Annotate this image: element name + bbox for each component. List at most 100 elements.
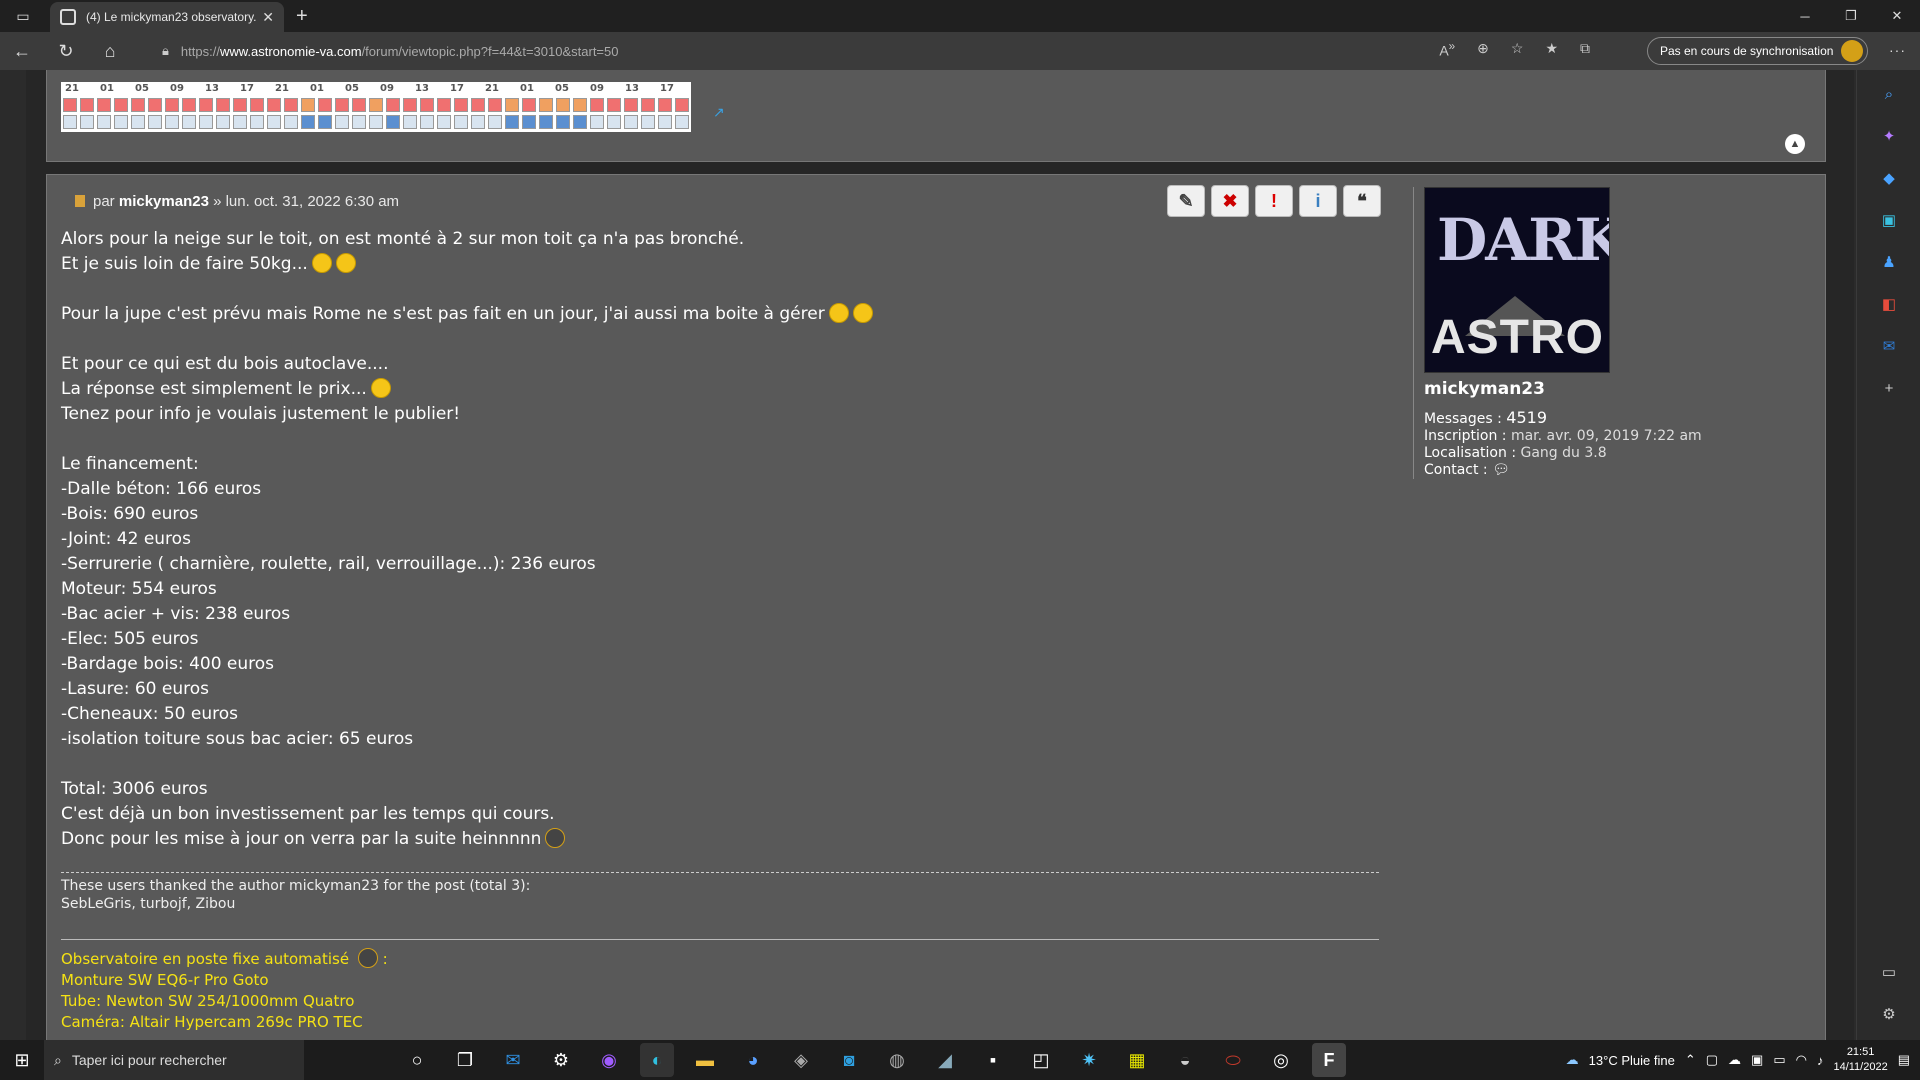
- app-icon[interactable]: ◕: [736, 1043, 770, 1077]
- app-icon[interactable]: ✷: [1072, 1043, 1106, 1077]
- back-icon[interactable]: ←: [0, 32, 44, 70]
- favorites-icon[interactable]: ★: [1545, 40, 1558, 59]
- clock[interactable]: 21:51 14/11/2022: [1833, 1045, 1887, 1075]
- restore-icon[interactable]: ❐: [1828, 0, 1874, 32]
- forecast-cell: [539, 98, 553, 112]
- app-icon[interactable]: ◙: [832, 1043, 866, 1077]
- edit-post-icon[interactable]: ✎: [1167, 185, 1205, 217]
- weather-icon[interactable]: ☁: [1566, 1052, 1579, 1068]
- forecast-cell: [233, 98, 247, 112]
- tray-icon[interactable]: ▢: [1706, 1052, 1718, 1068]
- clock-time: 21:51: [1846, 1046, 1875, 1058]
- messages-count[interactable]: 4519: [1506, 408, 1547, 427]
- zoom-icon[interactable]: ⊕: [1477, 40, 1489, 59]
- weather-text[interactable]: 13°C Pluie fine: [1589, 1053, 1675, 1068]
- external-link-icon[interactable]: ↗: [713, 104, 725, 121]
- notifications-icon[interactable]: ▤: [1898, 1052, 1910, 1068]
- post-line-text: -Elec: 505 euros: [61, 629, 199, 649]
- file-explorer-icon[interactable]: ▬: [688, 1043, 722, 1077]
- app-icon[interactable]: ◎: [1264, 1043, 1298, 1077]
- back-to-top-icon[interactable]: ▲: [1785, 134, 1805, 154]
- post-date: » lun. oct. 31, 2022 6:30 am: [213, 193, 400, 210]
- add-favorite-icon[interactable]: ☆: [1511, 40, 1524, 59]
- contact-label: Contact :: [1424, 462, 1488, 478]
- browser-tab-active[interactable]: (4) Le mickyman23 observatory... ✕: [50, 2, 284, 32]
- collections-icon[interactable]: ⧉: [1580, 40, 1590, 59]
- cortana-icon[interactable]: ○: [400, 1043, 434, 1077]
- settings-app-icon[interactable]: ⚙: [544, 1043, 578, 1077]
- tools-icon[interactable]: ▣: [1877, 208, 1901, 232]
- app-icon[interactable]: ◰: [1024, 1043, 1058, 1077]
- home-icon[interactable]: ⌂: [88, 32, 132, 70]
- report-post-icon[interactable]: !: [1255, 185, 1293, 217]
- post-line: -Bac acier + vis: 238 euros: [61, 602, 1141, 627]
- add-sidebar-icon[interactable]: +: [1877, 376, 1901, 400]
- forecast-cell: [437, 98, 451, 112]
- contact-chat-icon[interactable]: 💬︎: [1492, 462, 1510, 478]
- close-tab-icon[interactable]: ✕: [262, 9, 274, 26]
- user-avatar[interactable]: DARK ASTRO: [1424, 187, 1610, 373]
- info-icon[interactable]: i: [1299, 185, 1337, 217]
- thanks-users[interactable]: SebLeGris, turbojf, Zibou: [61, 895, 1379, 913]
- taskbar-search[interactable]: ⌕ Taper ici pour rechercher: [44, 1040, 304, 1080]
- app-icon[interactable]: ▦: [1120, 1043, 1154, 1077]
- lock-icon[interactable]: 🔒︎: [162, 43, 169, 59]
- app-icon[interactable]: ◍: [880, 1043, 914, 1077]
- windows-start-icon[interactable]: ⊞: [0, 1040, 44, 1080]
- profile-sync-button[interactable]: Pas en cours de synchronisation: [1647, 37, 1869, 65]
- battery-icon[interactable]: ▭: [1773, 1052, 1785, 1068]
- forecast-cell: [335, 98, 349, 112]
- close-window-icon[interactable]: ✕: [1874, 0, 1920, 32]
- post-author-link[interactable]: mickyman23: [119, 193, 209, 210]
- forecast-hour-label: 09: [380, 83, 394, 94]
- app-icon[interactable]: ◒: [1168, 1043, 1202, 1077]
- discover-icon[interactable]: ✦: [1877, 124, 1901, 148]
- forecast-cell: [182, 98, 196, 112]
- mail-icon[interactable]: ✉: [496, 1043, 530, 1077]
- app-icon[interactable]: ◢: [928, 1043, 962, 1077]
- new-tab-icon[interactable]: +: [296, 5, 308, 28]
- games-icon[interactable]: ♟: [1877, 250, 1901, 274]
- more-menu-icon[interactable]: ···: [1889, 42, 1906, 58]
- app-icon[interactable]: ⬭: [1216, 1043, 1250, 1077]
- post-line-text: Pour la jupe c'est prévu mais Rome ne s'…: [61, 304, 825, 324]
- tab-actions-icon[interactable]: ▭: [0, 0, 46, 32]
- volume-icon[interactable]: ♪: [1817, 1053, 1824, 1068]
- search-icon: ⌕: [54, 1051, 62, 1068]
- post-line: -Cheneaux: 50 euros: [61, 702, 1141, 727]
- outlook-icon[interactable]: ✉: [1877, 334, 1901, 358]
- shopping-icon[interactable]: ◆: [1877, 166, 1901, 190]
- onedrive-icon[interactable]: ☁: [1728, 1052, 1741, 1068]
- office-icon[interactable]: ◧: [1877, 292, 1901, 316]
- minimize-icon[interactable]: ─: [1782, 0, 1828, 32]
- edge-sidebar: ⌕ ✦ ◆ ▣ ♟ ◧ ✉ + ▭ ⚙: [1856, 70, 1920, 1040]
- forecast-cell: [624, 98, 638, 112]
- refresh-icon[interactable]: ↻: [44, 32, 88, 70]
- forecast-cell: [641, 98, 655, 112]
- show-hidden-icons-icon[interactable]: ⌃: [1685, 1052, 1696, 1068]
- post-line-text: Moteur: 554 euros: [61, 579, 217, 599]
- messenger-icon[interactable]: ◉: [592, 1043, 626, 1077]
- search-icon[interactable]: ⌕: [1877, 82, 1901, 106]
- app-icon[interactable]: ◈: [784, 1043, 818, 1077]
- previous-post: 21 01 05 09 13 17 21 01 05 09 13 17 21 01 05 09 13 17 ↗ ▲: [46, 70, 1826, 162]
- read-aloud-icon[interactable]: A»: [1439, 40, 1455, 59]
- delete-post-icon[interactable]: ✖: [1211, 185, 1249, 217]
- edge-icon[interactable]: ◐: [640, 1043, 674, 1077]
- quote-icon[interactable]: ❝: [1343, 185, 1381, 217]
- post-line: Tenez pour info je voulais justement le …: [61, 402, 1141, 427]
- app-icon[interactable]: F: [1312, 1043, 1346, 1077]
- weather-forecast-widget[interactable]: 21 01 05 09 13 17 21 01 05 09 13 17 21 01 05 09 13 17: [61, 82, 691, 132]
- forecast-cell: [80, 115, 94, 129]
- messages-label: Messages :: [1424, 411, 1502, 427]
- app-icon[interactable]: ▪: [976, 1043, 1010, 1077]
- task-view-icon[interactable]: ❐: [448, 1043, 482, 1077]
- address-bar[interactable]: 🔒︎ https://www.astronomie-va.com/forum/v…: [148, 36, 1638, 66]
- split-screen-icon[interactable]: ▭: [1877, 960, 1901, 984]
- profile-username[interactable]: mickyman23: [1424, 379, 1803, 399]
- settings-icon[interactable]: ⚙: [1877, 1002, 1901, 1026]
- forecast-cell: [590, 98, 604, 112]
- tray-icon[interactable]: ▣: [1751, 1052, 1763, 1068]
- wifi-icon[interactable]: ◠: [1796, 1052, 1807, 1068]
- post-line-text: -Bois: 690 euros: [61, 504, 199, 524]
